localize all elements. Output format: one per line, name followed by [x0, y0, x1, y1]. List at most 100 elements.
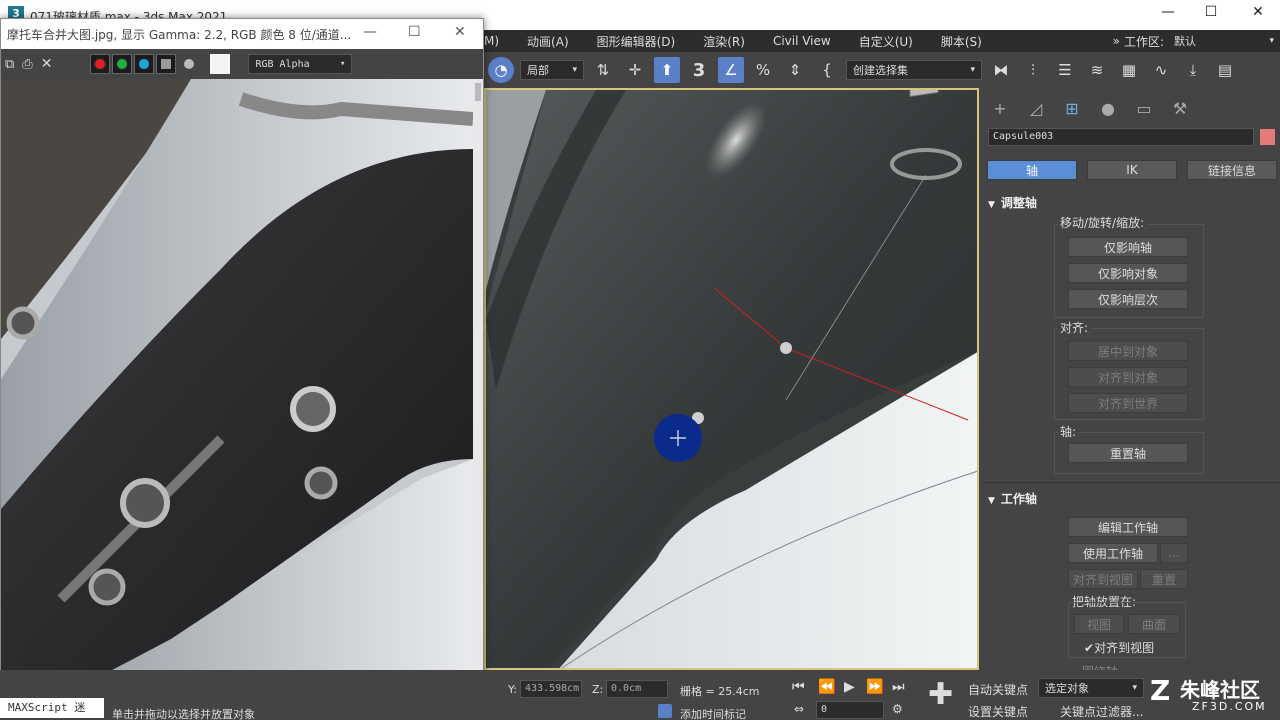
create-tab-icon[interactable]: + — [988, 97, 1012, 119]
menu-item-customize[interactable]: 自定义(U) — [845, 33, 927, 50]
maximize-icon[interactable]: ☐ — [408, 24, 421, 40]
use-working-pivot-button[interactable]: 使用工作轴 — [1068, 543, 1158, 563]
y-coord-field[interactable]: 433.598cm — [520, 680, 582, 698]
place-cursor-icon — [654, 414, 702, 462]
key-mode-icon[interactable]: ⇔ — [794, 702, 804, 716]
angle-snap-icon[interactable]: ∠ — [718, 57, 744, 83]
monochrome-toggle[interactable] — [156, 54, 177, 74]
menu-item-scripting[interactable]: 脚本(S) — [927, 33, 996, 50]
go-to-end-icon[interactable]: ⏭ — [892, 679, 905, 695]
green-channel-toggle[interactable] — [112, 54, 133, 74]
object-color-swatch[interactable] — [1260, 129, 1275, 145]
scrollbar-thumb[interactable] — [475, 83, 481, 101]
current-frame-field[interactable]: 0 — [816, 701, 884, 719]
go-to-start-icon[interactable]: ⏮ — [792, 679, 805, 695]
align-to-view-check-label: 对齐到视图 — [1094, 641, 1155, 655]
affect-pivot-only-button[interactable]: 仅影响轴 — [1068, 237, 1188, 257]
set-key-button[interactable]: 设置关键点 — [968, 703, 1028, 720]
menu-item-rendering[interactable]: 渲染(R) — [689, 33, 759, 50]
blue-channel-toggle[interactable] — [134, 54, 155, 74]
next-frame-icon[interactable]: ⏩ — [866, 679, 883, 695]
menu-item-animation[interactable]: 动画(A) — [513, 33, 583, 50]
menu-overflow-icon[interactable]: » — [1109, 34, 1124, 48]
reset-working-pivot-button[interactable]: 重置 — [1140, 569, 1188, 589]
key-filters-button[interactable]: 关键点过滤器... — [1060, 703, 1143, 720]
minimize-icon[interactable]: — — [363, 24, 377, 40]
place-on-view-button[interactable]: 视图 — [1074, 614, 1124, 634]
time-config-icon[interactable]: ⚙ — [892, 702, 903, 716]
previous-frame-icon[interactable]: ⏪ — [818, 679, 835, 695]
menu-item-civil-view[interactable]: Civil View — [759, 34, 845, 48]
spinner-snap-icon[interactable]: ⇕ — [782, 57, 808, 83]
working-pivot-more-button[interactable]: ... — [1160, 543, 1188, 563]
z-coord-field[interactable]: 0.0cm — [606, 680, 668, 698]
utilities-tab-icon[interactable]: ⚒ — [1168, 97, 1192, 119]
maximize-icon[interactable]: ☐ — [1191, 4, 1231, 20]
reset-pivot-button[interactable]: 重置轴 — [1068, 443, 1188, 463]
working-pivot-rollout[interactable]: ▼ 工作轴 — [988, 490, 1037, 507]
red-channel-toggle[interactable] — [90, 54, 111, 74]
toggle-ribbon-icon[interactable]: ▦ — [1116, 57, 1142, 83]
place-on-surface-button[interactable]: 曲面 — [1128, 614, 1180, 634]
minimize-icon[interactable]: — — [1148, 4, 1188, 20]
hierarchy-tab-icon[interactable]: ⊞ — [1060, 97, 1084, 119]
select-and-place-icon[interactable]: ⬆ — [654, 57, 680, 83]
layer-explorer-icon[interactable]: ≋ — [1084, 57, 1110, 83]
play-icon[interactable]: ▶ — [844, 679, 855, 695]
main-toolbar: ◔ 局部 ▾ ⇅ ✛ ⬆ 3 ∠ % ⇕ { 创建选择集 ▾ ⧓ ⫶ ☰ ≋ ▦… — [484, 52, 1280, 88]
modify-tab-icon[interactable]: ◿ — [1024, 97, 1048, 119]
reference-coord-dropdown[interactable]: 局部 ▾ — [520, 60, 584, 80]
mirror-icon[interactable]: ⧓ — [988, 57, 1014, 83]
center-to-object-button[interactable]: 居中到对象 — [1068, 341, 1188, 361]
scene-explorer-icon[interactable]: ☰ — [1052, 57, 1078, 83]
edit-named-selection-icon[interactable]: { — [814, 57, 840, 83]
maxscript-label: MAXScript 迷 — [8, 701, 86, 714]
align-to-world-button[interactable]: 对齐到世界 — [1068, 393, 1188, 413]
select-object-icon[interactable]: ◔ — [488, 57, 514, 83]
auto-key-button[interactable]: 自动关键点 — [968, 681, 1028, 698]
perspective-viewport[interactable] — [484, 88, 979, 670]
render-setup-icon[interactable]: ▤ — [1212, 57, 1238, 83]
align-to-view-checkbox[interactable]: ✔对齐到视图 — [1084, 639, 1154, 656]
motion-tab-icon[interactable]: ● — [1096, 97, 1120, 119]
link-info-tab-button[interactable]: 链接信息 — [1187, 160, 1277, 180]
adjust-pivot-rollout[interactable]: ▼ 调整轴 — [988, 194, 1037, 211]
curve-editor-icon[interactable]: ∿ — [1148, 57, 1174, 83]
workspace-dropdown[interactable]: 默认 ▾ — [1168, 31, 1280, 51]
menu-item-modifiers[interactable]: M) — [484, 34, 513, 48]
select-and-link-icon[interactable]: ⇅ — [590, 57, 616, 83]
snap-toggle-icon[interactable]: 3 — [686, 57, 712, 83]
align-to-view-button[interactable]: 对齐到视图 — [1068, 569, 1138, 589]
named-selection-dropdown[interactable]: 创建选择集 ▾ — [846, 60, 982, 80]
align-group-label: 对齐: — [1058, 319, 1091, 336]
close-icon[interactable]: ✕ — [454, 24, 466, 40]
ik-tab-button[interactable]: IK — [1087, 160, 1177, 180]
align-to-object-button[interactable]: 对齐到对象 — [1068, 367, 1188, 387]
affect-object-only-button[interactable]: 仅影响对象 — [1068, 263, 1188, 283]
display-tab-icon[interactable]: ▭ — [1132, 97, 1156, 119]
move-icon[interactable]: ✛ — [622, 57, 648, 83]
image-canvas[interactable] — [1, 79, 473, 697]
background-color-swatch[interactable] — [210, 54, 231, 74]
copy-icon[interactable]: ⧉ — [5, 57, 14, 72]
edit-working-pivot-button[interactable]: 编辑工作轴 — [1068, 517, 1188, 537]
align-icon[interactable]: ⫶ — [1020, 57, 1046, 83]
image-vertical-scrollbar[interactable] — [473, 79, 483, 697]
channel-dropdown[interactable]: RGB Alpha ▾ — [248, 54, 353, 74]
set-key-big-icon[interactable]: ✚ — [928, 680, 953, 710]
add-time-tag[interactable]: 添加时间标记 — [680, 706, 746, 720]
percent-snap-icon[interactable]: % — [750, 57, 776, 83]
menu-item-graph-editors[interactable]: 图形编辑器(D) — [583, 33, 690, 50]
watermark-brand: 朱峰社区 — [1180, 678, 1260, 702]
selected-object-dropdown[interactable]: 选定对象 ▾ — [1038, 678, 1144, 698]
affect-hierarchy-only-button[interactable]: 仅影响层次 — [1068, 289, 1188, 309]
close-icon[interactable]: ✕ — [1238, 4, 1278, 20]
alpha-toggle-icon[interactable] — [184, 59, 195, 69]
schematic-view-icon[interactable]: ⤓ — [1180, 57, 1206, 83]
pivot-tab-button[interactable]: 轴 — [987, 160, 1077, 180]
maxscript-listener[interactable]: MAXScript 迷 — [0, 698, 104, 718]
print-icon[interactable]: ⎙ — [22, 57, 32, 72]
clear-icon[interactable]: ✕ — [41, 56, 53, 72]
object-name-field[interactable]: Capsule003 — [988, 128, 1254, 146]
chevron-down-icon: ▾ — [1269, 36, 1274, 46]
